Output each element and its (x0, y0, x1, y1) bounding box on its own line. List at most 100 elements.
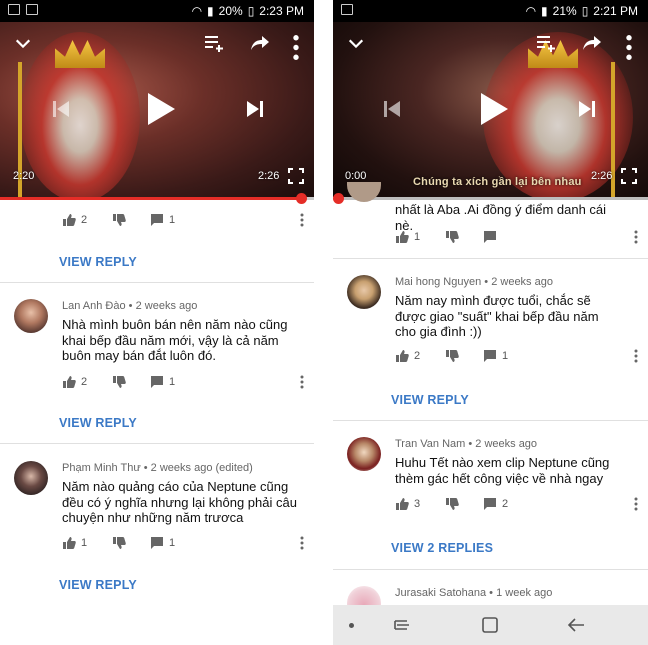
comment-author[interactable]: Lan Anh Đào (62, 300, 126, 312)
comment-icon (151, 214, 163, 226)
avatar[interactable] (347, 437, 381, 471)
more-options-icon[interactable] (626, 34, 632, 60)
reply-button[interactable]: 1 (150, 536, 210, 550)
comment-actions: 1 (395, 228, 638, 246)
next-icon[interactable] (244, 98, 266, 120)
like-button[interactable]: 3 (395, 497, 445, 511)
progress-bar[interactable] (333, 193, 648, 204)
comment-more-icon[interactable] (300, 536, 304, 550)
progress-scrubber[interactable] (295, 193, 307, 204)
reply-button[interactable]: 2 (483, 497, 543, 511)
back-icon[interactable] (567, 617, 585, 633)
comment-icon (484, 350, 496, 362)
video-player[interactable]: 0:00 Chúng ta xích gần lại bên nhau 2:26 (333, 22, 648, 198)
minimize-chevron-icon[interactable] (347, 34, 365, 52)
comment-author[interactable]: Phạm Minh Thư (62, 462, 141, 474)
reply-count: 1 (169, 376, 176, 388)
play-icon[interactable] (479, 92, 509, 126)
comment-author[interactable]: Tran Van Nam (395, 438, 465, 450)
like-button[interactable]: 2 (62, 213, 112, 227)
view-reply-link[interactable]: VIEW REPLY (59, 416, 137, 430)
comment-more-icon[interactable] (634, 349, 638, 363)
fullscreen-icon[interactable] (621, 168, 637, 184)
view-reply-link[interactable]: VIEW REPLY (391, 393, 469, 407)
thumbs-down-icon (113, 214, 126, 226)
wifi-icon: ◠ (525, 4, 537, 18)
left-screenshot: ◠ ▮ 20% ▯ 2:23 PM 2:20 2:26 2 1 VIEW REP… (0, 0, 314, 645)
reply-button[interactable]: 1 (483, 349, 543, 363)
like-button[interactable]: 1 (62, 536, 112, 550)
comment-author[interactable]: Mai hong Nguyen (395, 276, 481, 288)
dislike-button[interactable] (112, 536, 150, 550)
comment-text: Năm nay mình được tuổi, chắc sẽ được gia… (395, 293, 599, 339)
like-count: 3 (414, 498, 421, 510)
thumbs-up-icon (396, 350, 409, 362)
video-player[interactable]: 2:20 2:26 (0, 22, 314, 198)
progress-bar[interactable] (0, 193, 314, 204)
next-icon[interactable] (576, 98, 598, 120)
home-icon[interactable] (481, 617, 499, 633)
share-icon[interactable] (250, 34, 270, 52)
recent-apps-icon[interactable] (393, 617, 411, 633)
avatar[interactable] (14, 461, 48, 495)
avatar[interactable] (347, 586, 381, 605)
android-nav-bar (333, 605, 648, 645)
add-to-playlist-icon[interactable] (536, 34, 558, 52)
dislike-button[interactable] (112, 375, 150, 389)
reply-count: 2 (502, 498, 509, 510)
comment-more-icon[interactable] (300, 375, 304, 389)
like-button[interactable]: 1 (395, 230, 445, 244)
thumbs-up-icon (396, 498, 409, 510)
nav-dot-icon[interactable] (349, 623, 354, 628)
divider (333, 258, 648, 259)
view-reply-link[interactable]: VIEW REPLY (59, 255, 137, 269)
avatar[interactable] (14, 299, 48, 333)
dislike-button[interactable] (445, 230, 483, 244)
like-count: 2 (81, 214, 88, 226)
reply-button[interactable] (483, 230, 543, 244)
duration: 2:26 (591, 170, 613, 182)
comment-more-icon[interactable] (634, 497, 638, 511)
wifi-icon: ◠ (191, 4, 203, 18)
like-button[interactable]: 2 (395, 349, 445, 363)
comment-more-icon[interactable] (300, 213, 304, 227)
battery-level: 20% (218, 4, 243, 18)
fullscreen-icon[interactable] (288, 168, 304, 184)
comment-more-icon[interactable] (634, 230, 638, 244)
add-to-playlist-icon[interactable] (204, 34, 226, 52)
dislike-button[interactable] (445, 349, 483, 363)
more-options-icon[interactable] (293, 34, 299, 60)
play-icon[interactable] (146, 92, 176, 126)
like-count: 1 (81, 537, 88, 549)
view-reply-link[interactable]: VIEW REPLY (59, 578, 137, 592)
avatar[interactable] (347, 275, 381, 309)
dislike-button[interactable] (445, 497, 483, 511)
progress-scrubber[interactable] (333, 193, 344, 204)
clock: 2:21 PM (593, 4, 638, 18)
comment-text: Nhà mình buôn bán nên năm nào cũng khai … (62, 317, 288, 363)
right-screenshot: ◠ ▮ 21% ▯ 2:21 PM 0:00 Chúng ta xích gần… (333, 0, 648, 645)
image-icon (341, 4, 353, 15)
comment-time: 2 weeks ago (edited) (150, 462, 253, 474)
share-icon[interactable] (582, 34, 602, 52)
reply-button[interactable]: 1 (150, 375, 210, 389)
reply-button[interactable]: 1 (150, 213, 210, 227)
comment-author[interactable]: Jurasaki Satohana (395, 587, 486, 599)
battery-icon: ▯ (581, 4, 589, 18)
previous-icon[interactable] (50, 98, 72, 120)
battery-icon: ▯ (247, 4, 255, 18)
divider (333, 420, 648, 421)
comment-time: 2 weeks ago (491, 276, 553, 288)
thumbs-down-icon (113, 376, 126, 388)
gallery-icon (8, 4, 20, 15)
comment-time: 2 weeks ago (475, 438, 538, 450)
like-button[interactable]: 2 (62, 375, 112, 389)
minimize-chevron-icon[interactable] (14, 34, 32, 52)
thumbs-down-icon (446, 350, 459, 362)
thumbs-up-icon (63, 537, 76, 549)
view-replies-link[interactable]: VIEW 2 REPLIES (391, 541, 493, 555)
previous-icon[interactable] (381, 98, 403, 120)
comment-actions: 3 2 (395, 495, 638, 513)
comment-actions: 2 1 (395, 347, 638, 365)
dislike-button[interactable] (112, 213, 150, 227)
